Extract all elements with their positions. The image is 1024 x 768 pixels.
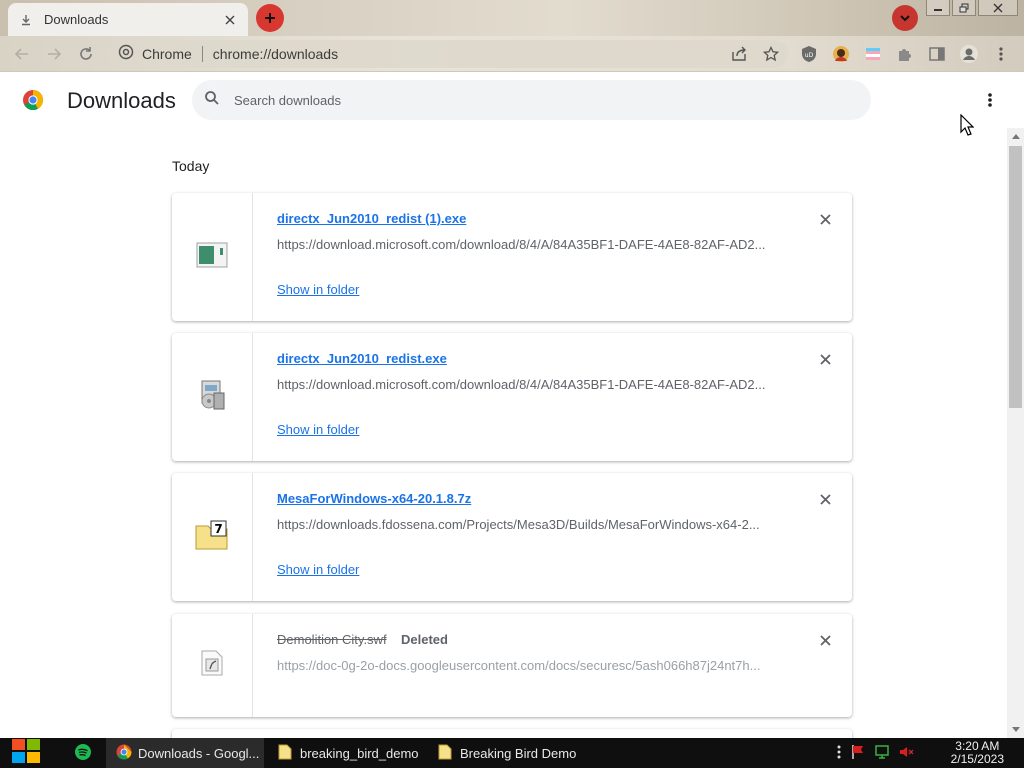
tab-title: Downloads bbox=[44, 12, 109, 27]
deleted-status-label: Deleted bbox=[401, 632, 448, 647]
chrome-logo-icon bbox=[22, 89, 44, 111]
taskbar-chrome-window[interactable]: Downloads - Googl... bbox=[106, 738, 264, 768]
scroll-up-arrow-icon[interactable] bbox=[1009, 130, 1022, 142]
download-icon bbox=[18, 12, 34, 28]
system-tray bbox=[836, 744, 914, 765]
file-source-url: https://downloads.fdossena.com/Projects/… bbox=[277, 517, 760, 532]
download-item-deleted: Demolition City.swf Deleted https://doc-… bbox=[172, 614, 852, 717]
downloads-header: Downloads Search downloads bbox=[0, 72, 1024, 128]
avatar-extension-icon[interactable] bbox=[830, 43, 852, 65]
file-source-url: https://doc-0g-2o-docs.googleusercontent… bbox=[277, 658, 761, 673]
action-center-flag-icon[interactable] bbox=[850, 744, 866, 765]
show-in-folder-link[interactable]: Show in folder bbox=[277, 282, 359, 297]
extensions-puzzle-icon[interactable] bbox=[894, 43, 916, 65]
side-panel-icon[interactable] bbox=[926, 43, 948, 65]
taskbar: Downloads - Googl... breaking_bird_demo … bbox=[0, 738, 1024, 768]
close-window-button[interactable] bbox=[978, 0, 1018, 16]
remove-from-list-icon[interactable] bbox=[817, 351, 833, 367]
search-downloads-box[interactable]: Search downloads bbox=[192, 80, 871, 120]
svg-text:7: 7 bbox=[214, 522, 222, 536]
file-name-link[interactable]: directx_Jun2010_redist.exe bbox=[277, 351, 447, 366]
scrollbar-thumb[interactable] bbox=[1009, 146, 1022, 408]
pride-extension-icon[interactable] bbox=[862, 43, 884, 65]
network-icon[interactable] bbox=[874, 744, 890, 765]
setup-exe-icon bbox=[197, 379, 227, 416]
mouse-cursor-icon bbox=[960, 114, 974, 136]
ublock-extension-icon[interactable]: uD bbox=[798, 43, 820, 65]
back-button[interactable] bbox=[10, 42, 34, 66]
remove-from-list-icon[interactable] bbox=[817, 211, 833, 227]
file-name-deleted: Demolition City.swf bbox=[277, 632, 387, 647]
remove-from-list-icon[interactable] bbox=[817, 632, 833, 648]
flash-file-icon bbox=[201, 650, 223, 681]
taskbar-app-label: Downloads - Googl... bbox=[138, 745, 260, 761]
restore-button[interactable] bbox=[952, 0, 976, 16]
share-icon[interactable] bbox=[728, 43, 750, 65]
bookmark-star-icon[interactable] bbox=[760, 43, 782, 65]
tray-overflow-icon[interactable] bbox=[836, 744, 842, 765]
section-date-label: Today bbox=[172, 158, 210, 174]
window-controls bbox=[926, 0, 1018, 16]
chrome-taskbar-icon bbox=[116, 744, 132, 763]
installer-file-icon bbox=[196, 242, 228, 273]
taskbar-folder-window[interactable]: breaking_bird_demo bbox=[268, 738, 424, 768]
file-icon-column bbox=[172, 193, 253, 321]
folder-icon bbox=[278, 744, 292, 763]
volume-muted-icon[interactable] bbox=[898, 744, 914, 765]
search-icon bbox=[204, 90, 220, 111]
tab-downloads[interactable]: Downloads bbox=[8, 3, 248, 36]
download-item: directx_Jun2010_redist (1).exe https://d… bbox=[172, 193, 852, 321]
chrome-site-icon bbox=[118, 44, 134, 65]
address-bar[interactable]: Chrome chrome://downloads bbox=[108, 40, 788, 68]
omnibox-divider bbox=[201, 46, 203, 62]
system-clock[interactable]: 3:20 AM 2/15/2023 bbox=[951, 740, 1004, 766]
browser-menu-icon[interactable] bbox=[990, 43, 1012, 65]
show-in-folder-link[interactable]: Show in folder bbox=[277, 422, 359, 437]
file-source-url: https://download.microsoft.com/download/… bbox=[277, 237, 766, 252]
browser-toolbar: Chrome chrome://downloads uD bbox=[0, 36, 1024, 72]
omnibox-site-label: Chrome bbox=[142, 46, 192, 62]
clock-date: 2/15/2023 bbox=[950, 752, 1004, 766]
tab-close-icon[interactable] bbox=[222, 12, 238, 28]
omnibox-url: chrome://downloads bbox=[212, 46, 339, 62]
start-button[interactable] bbox=[8, 737, 44, 768]
download-item: 7 MesaForWindows-x64-20.1.8.7z https://d… bbox=[172, 473, 852, 601]
more-actions-icon[interactable] bbox=[980, 90, 1000, 110]
remove-from-list-icon[interactable] bbox=[817, 491, 833, 507]
scroll-down-arrow-icon[interactable] bbox=[1009, 723, 1022, 735]
search-input[interactable]: Search downloads bbox=[234, 93, 341, 108]
forward-button[interactable] bbox=[42, 42, 66, 66]
profile-avatar-icon[interactable] bbox=[958, 43, 980, 65]
file-name-link[interactable]: MesaForWindows-x64-20.1.8.7z bbox=[277, 491, 471, 506]
file-name-link[interactable]: directx_Jun2010_redist (1).exe bbox=[277, 211, 466, 226]
reload-button[interactable] bbox=[74, 42, 98, 66]
show-in-folder-link[interactable]: Show in folder bbox=[277, 562, 359, 577]
file-source-url: https://download.microsoft.com/download/… bbox=[277, 377, 766, 392]
taskbar-spotify-button[interactable] bbox=[64, 738, 100, 768]
taskbar-game-window[interactable]: Breaking Bird Demo bbox=[428, 738, 586, 768]
file-icon-column: 7 bbox=[172, 473, 253, 601]
minimize-button[interactable] bbox=[926, 0, 950, 16]
svg-text:uD: uD bbox=[805, 52, 814, 59]
page-title: Downloads bbox=[67, 88, 176, 113]
title-bar: Downloads bbox=[0, 0, 1024, 36]
file-icon-column bbox=[172, 614, 253, 717]
7z-archive-icon: 7 bbox=[195, 520, 229, 555]
taskbar-app-label: Breaking Bird Demo bbox=[460, 745, 577, 761]
tab-search-button[interactable] bbox=[892, 5, 918, 31]
spotify-icon bbox=[74, 743, 92, 764]
download-item: directx_Jun2010_redist.exe https://downl… bbox=[172, 333, 852, 461]
file-icon-column bbox=[172, 333, 253, 461]
windows-logo-icon bbox=[10, 737, 42, 768]
folder-icon bbox=[438, 744, 452, 763]
taskbar-app-label: breaking_bird_demo bbox=[300, 745, 419, 761]
new-tab-button[interactable] bbox=[256, 4, 284, 32]
